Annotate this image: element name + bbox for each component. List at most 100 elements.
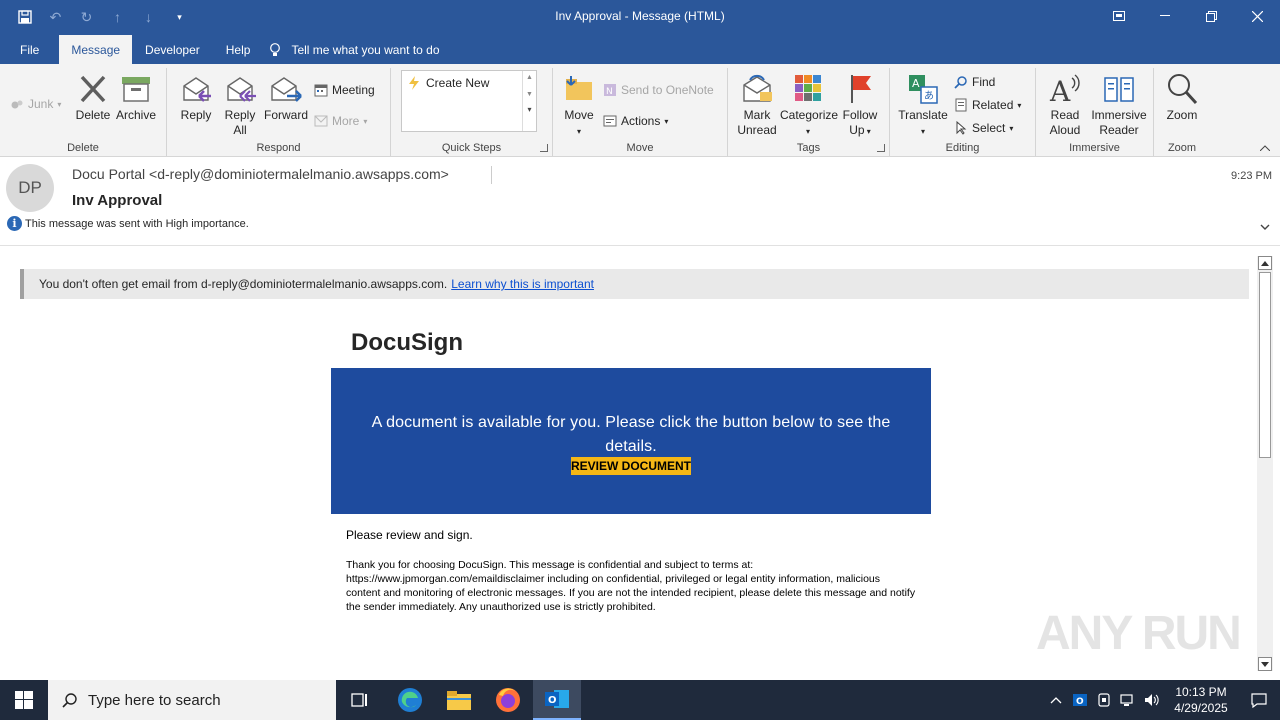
reply-all-line2: All <box>233 123 247 137</box>
outlook-icon: O <box>545 690 569 708</box>
info-icon: i <box>7 216 22 231</box>
scrollbar-thumb[interactable] <box>1259 272 1271 458</box>
restore-button[interactable] <box>1188 0 1234 32</box>
zoom-button[interactable]: Zoom <box>1162 72 1202 123</box>
mark-unread-button[interactable]: Mark Unread <box>734 72 780 138</box>
network-icon[interactable] <box>1116 680 1140 720</box>
reply-label: Reply <box>180 108 212 122</box>
junk-button[interactable]: Junk ▾ <box>10 94 61 114</box>
outlook-tray-icon[interactable]: O <box>1068 680 1092 720</box>
archive-label: Archive <box>115 108 156 122</box>
tell-me-search[interactable]: Tell me what you want to do <box>263 35 452 64</box>
docusign-banner: A document is available for you. Please … <box>331 368 931 514</box>
taskbar-search[interactable]: Type here to search <box>48 680 336 720</box>
collapse-ribbon-icon[interactable] <box>1259 143 1271 154</box>
file-explorer-button[interactable] <box>435 680 483 720</box>
cursor-icon <box>956 121 967 135</box>
external-sender-warning: You don't often get email from d-reply@d… <box>20 269 1249 299</box>
windows-logo-icon <box>15 691 33 709</box>
move-group-label: Move <box>626 142 654 154</box>
archive-icon <box>122 77 150 102</box>
more-respond-button[interactable]: More ▾ <box>314 111 367 131</box>
reply-all-icon <box>227 77 256 102</box>
edge-button[interactable] <box>386 680 434 720</box>
sender-avatar[interactable]: DP <box>6 164 54 212</box>
forward-button[interactable]: Forward <box>263 72 309 123</box>
move-button[interactable]: Move ▾ <box>561 72 597 139</box>
tab-message[interactable]: Message <box>59 35 133 64</box>
sender-address[interactable]: Docu Portal <d-reply@dominiotermalelmani… <box>72 166 449 182</box>
reply-all-line1: Reply <box>224 108 256 122</box>
task-view-button[interactable] <box>336 680 384 720</box>
categorize-button[interactable]: Categorize ▾ <box>780 72 838 139</box>
create-new-quick-step[interactable]: Create New <box>408 76 489 90</box>
volume-icon[interactable] <box>1140 680 1164 720</box>
quick-steps-scrollbar[interactable]: ▲ ▼ ▾ <box>522 71 536 131</box>
translate-button[interactable]: Aあ Translate ▾ <box>898 72 948 139</box>
device-icon[interactable] <box>1092 680 1116 720</box>
scroll-up-arrow[interactable] <box>1258 256 1272 270</box>
more-label: More <box>332 114 360 128</box>
meeting-icon <box>314 84 328 97</box>
reply-button[interactable]: Reply <box>177 72 215 123</box>
body-scrollbar[interactable] <box>1257 256 1273 671</box>
start-button[interactable] <box>0 680 48 720</box>
importance-text: This message was sent with High importan… <box>25 217 249 230</box>
tab-file[interactable]: File <box>0 35 59 64</box>
ribbon: Junk ▾ Delete Archive Delete Reply Reply … <box>0 64 1280 157</box>
lightning-icon <box>409 76 419 90</box>
actions-icon <box>603 115 617 127</box>
magnifier-icon <box>1168 74 1198 105</box>
firefox-button[interactable] <box>484 680 532 720</box>
delete-label: Delete <box>75 108 111 122</box>
learn-why-link[interactable]: Learn why this is important <box>451 277 594 291</box>
svg-text:あ: あ <box>924 90 934 102</box>
select-button[interactable]: Select ▾ <box>954 118 1013 138</box>
read-aloud-line2: Aloud <box>1049 123 1081 137</box>
scroll-down-arrow[interactable] <box>1258 657 1272 671</box>
read-aloud-button[interactable]: A Read Aloud <box>1044 72 1086 138</box>
search-icon <box>62 693 77 708</box>
translate-label: Translate <box>898 108 948 122</box>
watermark: ANY RUN <box>1036 607 1242 660</box>
minimize-button[interactable] <box>1142 0 1188 32</box>
notifications-icon[interactable] <box>1238 680 1280 720</box>
tab-developer[interactable]: Developer <box>132 35 213 64</box>
actions-label: Actions <box>621 114 661 128</box>
ribbon-display-options-icon[interactable] <box>1096 0 1142 32</box>
related-button[interactable]: Related ▾ <box>954 95 1021 115</box>
tell-me-label: Tell me what you want to do <box>291 42 440 57</box>
tab-help[interactable]: Help <box>213 35 264 64</box>
immersive-reader-line1: Immersive <box>1091 108 1147 122</box>
outlook-button[interactable]: O <box>533 680 581 720</box>
immersive-reader-button[interactable]: Immersive Reader <box>1088 72 1150 138</box>
quick-steps-gallery[interactable]: Create New ▲ ▼ ▾ <box>401 70 537 132</box>
quick-steps-group: Create New ▲ ▼ ▾ Quick Steps <box>391 68 553 156</box>
taskbar-clock[interactable]: 10:13 PM 4/29/2025 <box>1164 684 1238 716</box>
send-to-onenote-button[interactable]: N Send to OneNote <box>603 80 714 100</box>
mark-unread-line1: Mark <box>743 108 771 122</box>
chevron-down-icon[interactable] <box>1260 222 1270 232</box>
show-hidden-icons-icon[interactable] <box>1044 680 1068 720</box>
respond-group: Reply Reply All Forward Meeting More ▾ Re… <box>167 68 391 156</box>
follow-up-button[interactable]: Follow Up ▾ <box>838 72 882 139</box>
immersive-reader-line2: Reader <box>1099 123 1139 137</box>
meeting-button[interactable]: Meeting <box>314 80 375 100</box>
find-button[interactable]: Find <box>954 72 995 92</box>
tags-dialog-launcher[interactable] <box>877 144 885 152</box>
reply-all-button[interactable]: Reply All <box>221 72 259 138</box>
archive-button[interactable]: Archive <box>114 72 158 123</box>
delete-x-icon <box>80 75 106 103</box>
related-icon <box>955 98 967 112</box>
review-document-button[interactable]: REVIEW DOCUMENT <box>571 457 691 475</box>
tags-group: Mark Unread Categorize ▾ Follow Up ▾ Tags <box>728 68 890 156</box>
related-label: Related <box>972 98 1014 112</box>
svg-text:A: A <box>1049 75 1071 106</box>
close-button[interactable] <box>1234 0 1280 32</box>
task-view-icon <box>351 693 367 707</box>
actions-button[interactable]: Actions ▾ <box>603 111 668 131</box>
quick-steps-dialog-launcher[interactable] <box>540 144 548 152</box>
delete-button[interactable]: Delete <box>74 72 112 123</box>
clock-date: 4/29/2025 <box>1174 701 1228 715</box>
follow-up-line1: Follow <box>842 108 878 122</box>
